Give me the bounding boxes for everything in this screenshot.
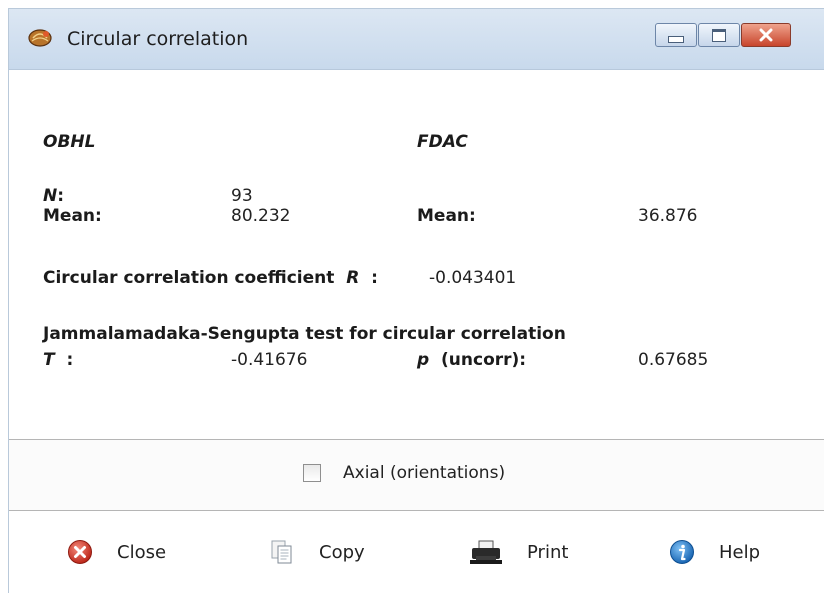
print-button[interactable]: Print	[469, 535, 568, 569]
info-icon	[670, 540, 694, 564]
variable-1-name: OBHL	[43, 132, 96, 152]
title-bar[interactable]: Circular correlation	[9, 9, 824, 70]
maximize-icon	[712, 28, 726, 42]
print-button-label: Print	[527, 541, 569, 563]
minimize-button[interactable]	[655, 23, 697, 47]
n-label: N:	[43, 186, 65, 206]
correlation-value: -0.043401	[429, 268, 517, 288]
options-panel: Axial (orientations)	[9, 439, 824, 511]
mean-2-label: Mean:	[417, 206, 476, 226]
app-logo-icon	[28, 29, 52, 47]
variable-2-name: FDAC	[417, 132, 468, 152]
test-title: Jammalamadaka-Sengupta test for circular…	[43, 324, 566, 344]
copy-icon	[271, 540, 292, 564]
close-circle-icon	[68, 540, 92, 564]
p-label: p (uncorr):	[417, 350, 527, 370]
correlation-label: Circular correlation coefficient R :	[43, 268, 378, 288]
help-button[interactable]: Help	[669, 535, 760, 569]
n-value: 93	[231, 186, 253, 206]
window-title: Circular correlation	[67, 28, 249, 50]
dialog-window: Circular correlation OBHL FDAC N: 93 Mea…	[8, 8, 824, 593]
button-bar: Close Copy Print Help	[9, 511, 824, 593]
window-controls	[655, 23, 792, 47]
mean-1-label: Mean:	[43, 206, 102, 226]
close-button[interactable]: Close	[67, 535, 166, 569]
t-label: T :	[43, 350, 74, 370]
copy-button[interactable]: Copy	[269, 535, 365, 569]
close-window-button[interactable]	[741, 23, 791, 47]
p-value: 0.67685	[638, 350, 709, 370]
help-button-label: Help	[719, 541, 761, 563]
close-button-label: Close	[117, 541, 167, 563]
copy-button-label: Copy	[319, 541, 365, 563]
maximize-button[interactable]	[698, 23, 740, 47]
t-value: -0.41676	[231, 350, 308, 370]
mean-2-value: 36.876	[638, 206, 698, 226]
minimize-icon	[668, 35, 684, 43]
axial-checkbox-label[interactable]: Axial (orientations)	[343, 463, 505, 483]
results-panel: OBHL FDAC N: 93 Mean: 80.232 Mean: 36.87…	[9, 70, 824, 438]
printer-icon	[470, 540, 502, 564]
axial-checkbox[interactable]	[303, 464, 321, 482]
mean-1-value: 80.232	[231, 206, 291, 226]
close-icon	[759, 28, 773, 42]
